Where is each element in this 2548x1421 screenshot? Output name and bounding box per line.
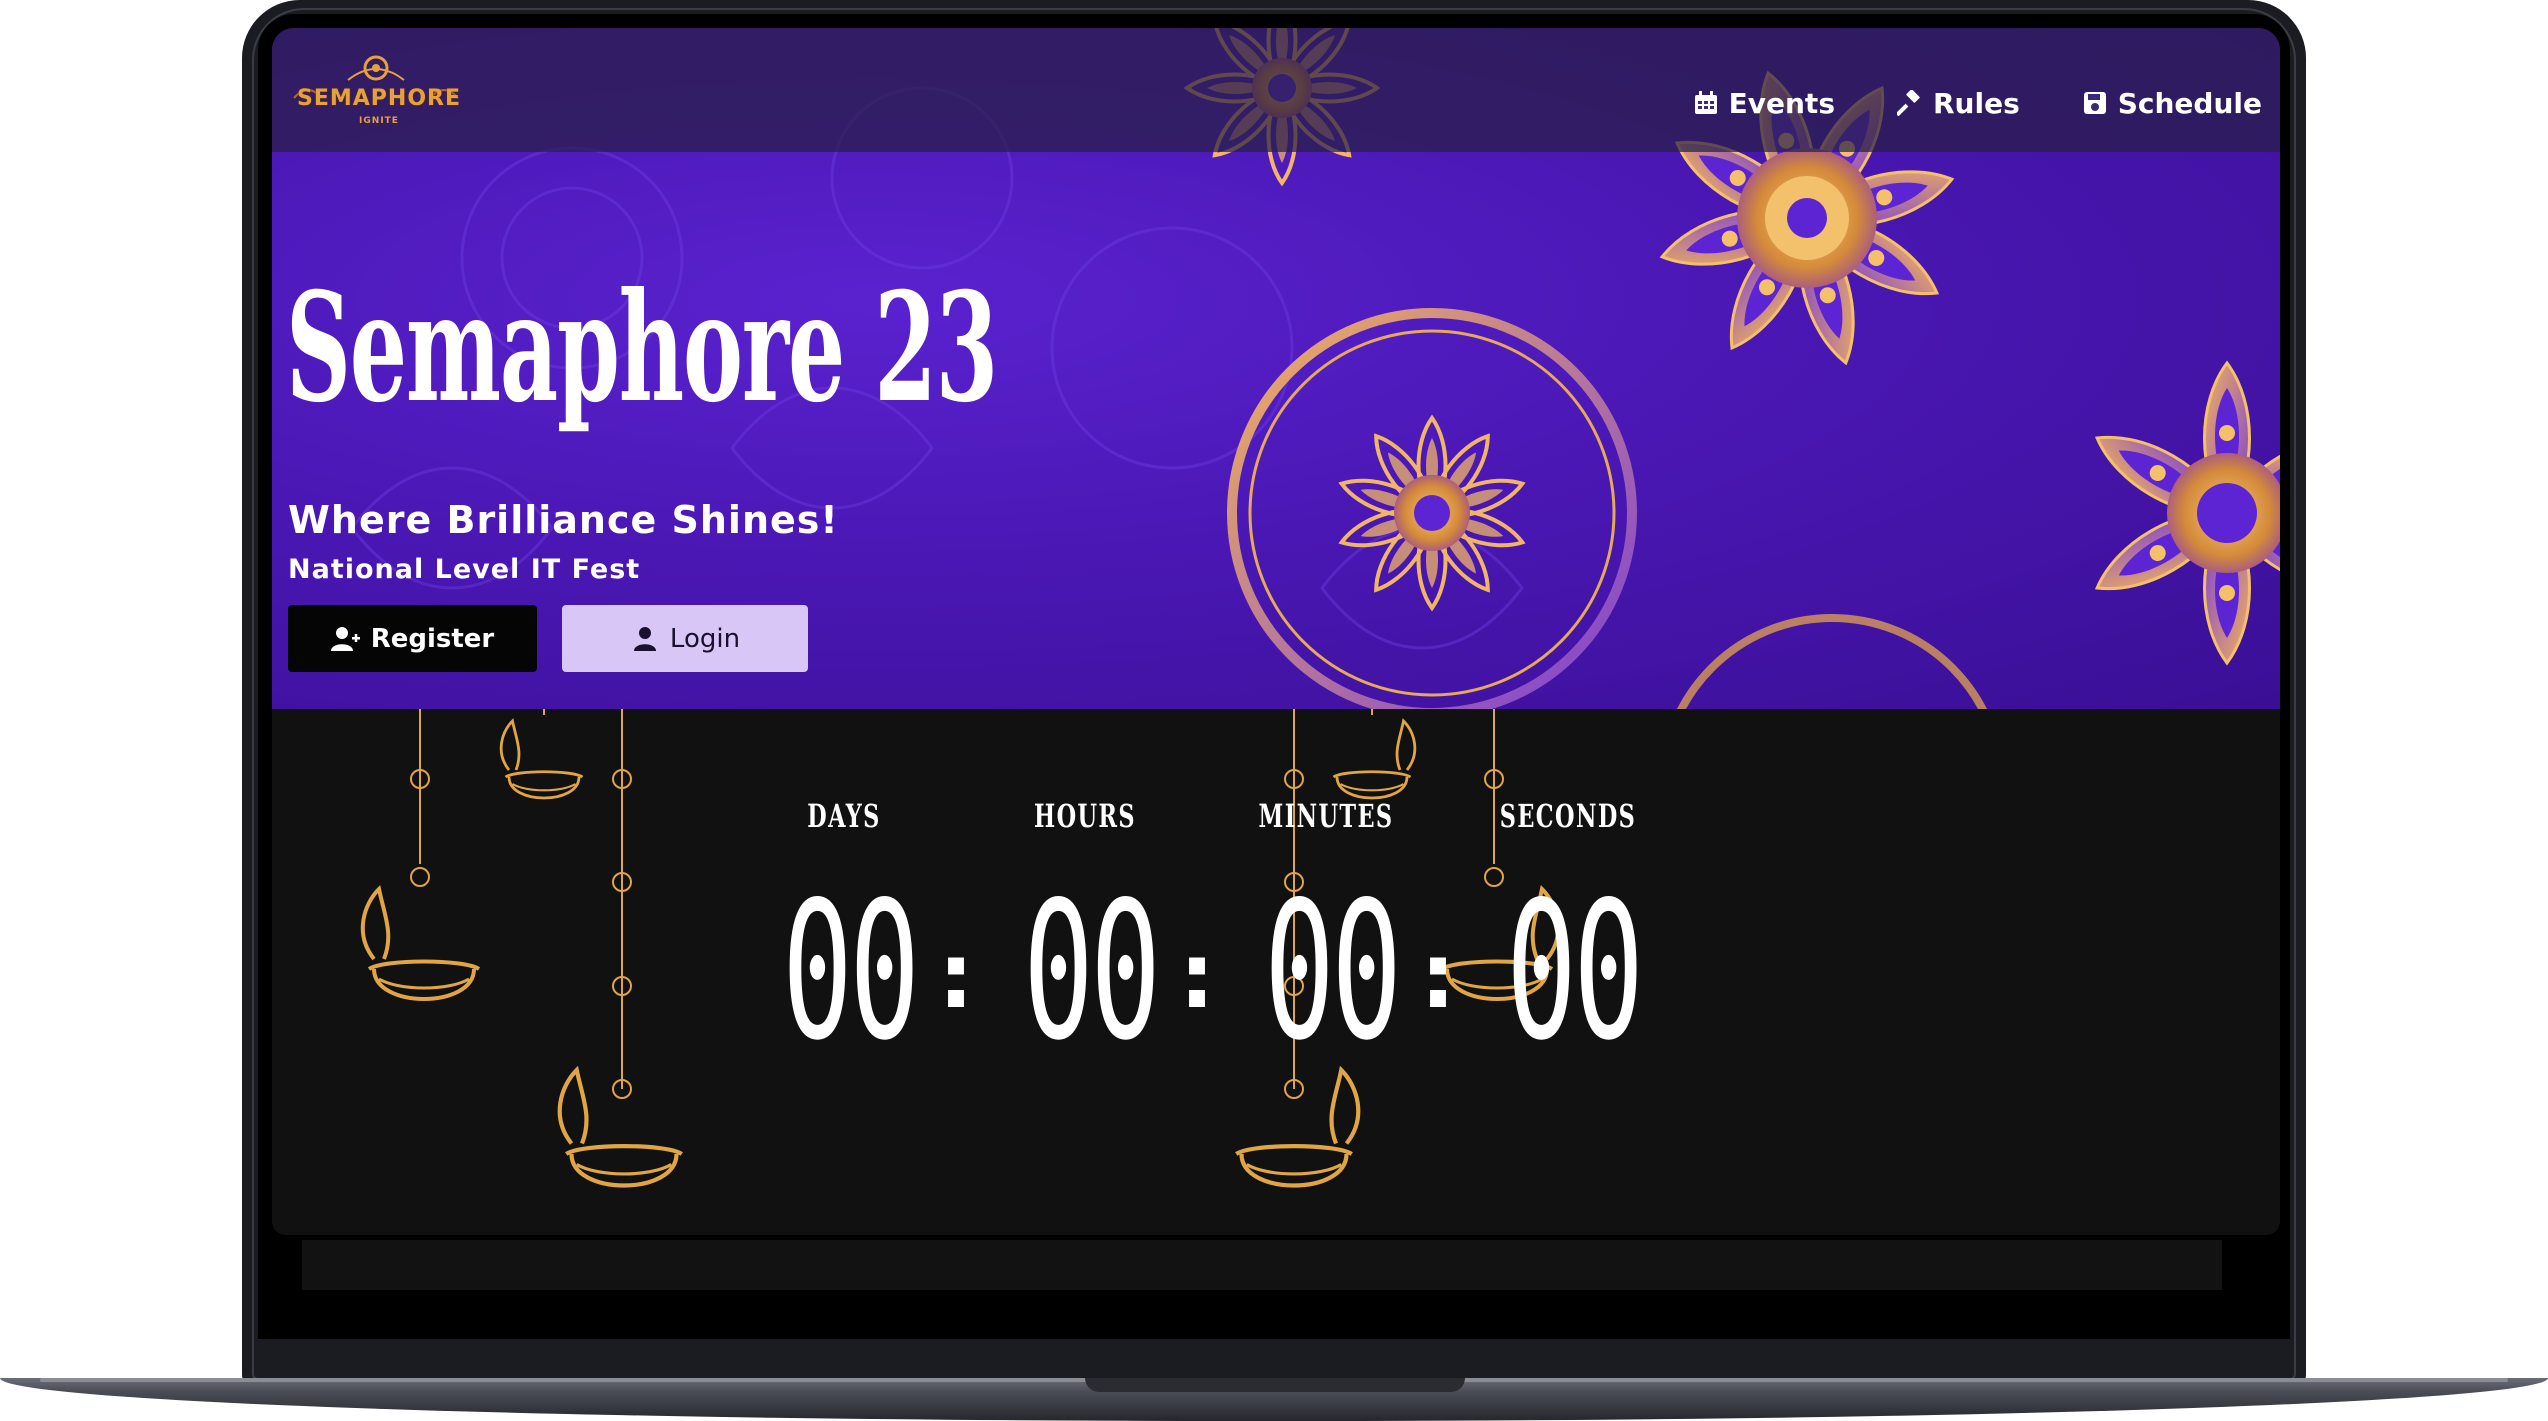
hero-section: SEMAPHORE IGNITE Events Rules Schedule S… — [272, 28, 2280, 709]
countdown-section: DAYS HOURS MINUTES SECONDS 00 : 00 : 00 … — [272, 709, 2280, 1235]
hero-tagline: National Level IT Fest — [288, 554, 641, 585]
laptop-notch — [1085, 1378, 1465, 1392]
minutes-label: MINUTES — [1258, 797, 1394, 835]
days-label: DAYS — [807, 797, 881, 835]
user-icon — [633, 626, 656, 651]
nav-events-label: Events — [1728, 86, 1835, 120]
calendar-icon — [1694, 91, 1717, 114]
days-value: 00 — [782, 861, 920, 1082]
user-plus-icon — [330, 626, 360, 651]
logo-text: SEMAPHORE — [297, 86, 461, 111]
laptop-screen: SEMAPHORE IGNITE Events Rules Schedule S… — [258, 14, 2290, 1339]
seconds-label: SECONDS — [1499, 797, 1637, 835]
register-button[interactable]: Register — [288, 605, 537, 672]
nav-links: Events Rules Schedule — [1693, 83, 2262, 123]
nav-rules[interactable]: Rules — [1896, 86, 2020, 120]
logo-subtext: IGNITE — [359, 116, 399, 126]
nav-schedule[interactable]: Schedule — [2082, 87, 2262, 120]
hero-subtitle: Where Brilliance Shines! — [288, 498, 839, 542]
hours-label: HOURS — [1033, 797, 1137, 835]
website: SEMAPHORE IGNITE Events Rules Schedule S… — [272, 28, 2280, 1235]
nav-rules-label: Rules — [1932, 86, 2020, 120]
navbar: SEMAPHORE IGNITE Events Rules Schedule — [272, 28, 2280, 152]
semaphore-logo[interactable]: SEMAPHORE IGNITE — [288, 50, 464, 134]
seconds-value: 00 — [1506, 861, 1644, 1082]
page-bottom-strip — [302, 1240, 2222, 1290]
hero-title: Semaphore 23 — [286, 260, 998, 436]
save-icon — [2083, 92, 2106, 114]
login-label: Login — [669, 623, 741, 654]
separator: : — [1179, 924, 1215, 1029]
nav-schedule-label: Schedule — [2117, 86, 2262, 120]
hours-value: 00 — [1023, 861, 1161, 1082]
nav-events[interactable]: Events — [1693, 87, 1835, 120]
gavel-icon — [1896, 90, 1920, 116]
register-label: Register — [370, 623, 495, 654]
separator: : — [1420, 924, 1456, 1029]
login-button[interactable]: Login — [562, 605, 808, 672]
separator: : — [938, 924, 974, 1029]
minutes-value: 00 — [1264, 861, 1402, 1082]
